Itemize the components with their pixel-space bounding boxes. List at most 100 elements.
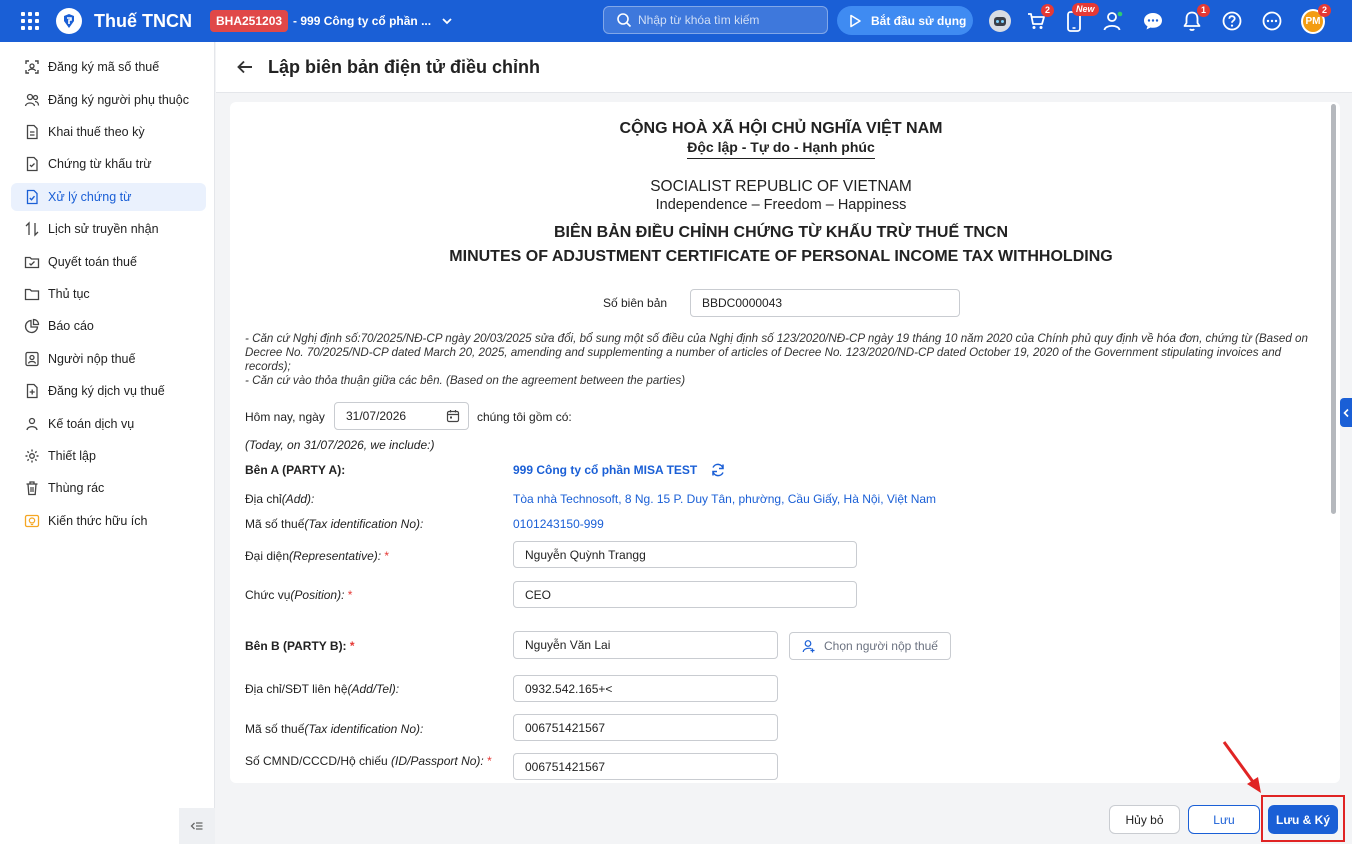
search-box[interactable] bbox=[603, 6, 828, 34]
sidebar-item-useful-knowledge[interactable]: Kiến thức hữu ích bbox=[11, 507, 206, 535]
start-using-label: Bắt đầu sử dụng bbox=[871, 13, 967, 28]
id-label-vi: Số CMND/CCCD/Hộ chiếu bbox=[245, 754, 392, 768]
page-title: Lập biên bản điện tử điều chỉnh bbox=[268, 56, 541, 77]
footer-bar: Hủy bỏ Lưu Lưu & Ký bbox=[216, 794, 1352, 844]
help-icon[interactable] bbox=[1220, 9, 1244, 33]
sidebar-item-label: Đăng ký mã số thuế bbox=[48, 60, 160, 74]
choose-taxpayer-button[interactable]: Chọn người nộp thuế bbox=[789, 632, 951, 660]
sidebar-collapse-button[interactable] bbox=[179, 808, 215, 844]
national-title-en: SOCIALIST REPUBLIC OF VIETNAM bbox=[650, 178, 912, 195]
receipt-icon bbox=[26, 156, 38, 172]
sidebar-item-label: Kiến thức hữu ích bbox=[48, 514, 148, 528]
highlight-box bbox=[1261, 795, 1345, 842]
folder-icon bbox=[24, 288, 40, 301]
contact-input[interactable] bbox=[513, 675, 778, 702]
today-label: Hôm nay, ngày bbox=[245, 410, 325, 424]
sidebar-item-settings[interactable]: Thiết lập bbox=[11, 442, 206, 470]
mobile-app-icon[interactable]: New bbox=[1062, 3, 1099, 33]
contact-label-en: (Add/Tel): bbox=[347, 682, 400, 696]
user-select-icon bbox=[802, 640, 815, 653]
required-mark: * bbox=[487, 754, 492, 768]
sidebar-item-label: Kế toán dịch vụ bbox=[48, 417, 135, 431]
avatar[interactable]: PM 2 bbox=[1301, 4, 1331, 34]
b-tax-label-en: (Tax identification No): bbox=[304, 722, 424, 736]
sidebar-item-withholding-certificates[interactable]: Chứng từ khấu trừ bbox=[11, 150, 206, 178]
refresh-icon[interactable] bbox=[710, 462, 726, 478]
legal-basis: - Căn cứ Nghị định số:70/2025/NĐ-CP ngày… bbox=[245, 332, 1325, 388]
trash-icon bbox=[26, 481, 38, 496]
sidebar-item-reports[interactable]: Báo cáo bbox=[11, 312, 206, 340]
sidebar-item-label: Người nộp thuế bbox=[48, 352, 136, 366]
cart-icon[interactable]: 2 bbox=[1024, 4, 1054, 33]
date-picker[interactable] bbox=[334, 402, 469, 430]
page-header: Lập biên bản điện tử điều chỉnh bbox=[216, 42, 1352, 93]
side-panel-toggle[interactable] bbox=[1340, 398, 1352, 427]
robot-assistant-icon[interactable] bbox=[988, 9, 1012, 33]
sidebar-item-register-tax-code[interactable]: Đăng ký mã số thuế bbox=[11, 53, 206, 81]
rep-label-en: (Representative): bbox=[289, 549, 382, 563]
search-input[interactable] bbox=[638, 13, 823, 27]
party-b-name-input[interactable] bbox=[513, 631, 778, 659]
bell-icon[interactable]: 1 bbox=[1180, 4, 1210, 33]
sidebar-item-label: Chứng từ khấu trừ bbox=[48, 157, 152, 171]
position-input[interactable] bbox=[513, 581, 857, 608]
scan-icon bbox=[25, 60, 39, 74]
rep-label-vi: Đại diện bbox=[245, 549, 290, 563]
app-grid-icon[interactable] bbox=[21, 12, 39, 30]
chevron-down-icon[interactable] bbox=[441, 15, 453, 27]
start-using-button[interactable]: Bắt đầu sử dụng bbox=[837, 6, 973, 35]
annotation-arrow-icon bbox=[1222, 741, 1261, 793]
cancel-button[interactable]: Hủy bỏ bbox=[1109, 805, 1180, 834]
sidebar-item-label: Lịch sử truyền nhận bbox=[48, 222, 159, 236]
company-code-badge[interactable]: BHA251203 bbox=[210, 10, 289, 32]
chat-icon[interactable] bbox=[1141, 9, 1165, 33]
party-b-label-text: Bên B (PARTY B): bbox=[245, 639, 347, 653]
sidebar-item-procedures[interactable]: Thủ tục bbox=[11, 280, 206, 308]
app-logo-icon bbox=[56, 8, 82, 34]
app-title: Thuế TNCN bbox=[94, 10, 192, 31]
file-plus-icon bbox=[26, 383, 38, 399]
sidebar-item-register-dependents[interactable]: Đăng ký người phụ thuộc bbox=[11, 86, 206, 114]
legal-basis-decree: - Căn cứ Nghị định số:70/2025/NĐ-CP ngày… bbox=[245, 332, 1308, 373]
party-a-tax-id: 0101243150-999 bbox=[513, 517, 604, 531]
representative-input[interactable] bbox=[513, 541, 857, 568]
sidebar-item-register-tax-service[interactable]: Đăng ký dịch vụ thuế bbox=[11, 377, 206, 405]
sidebar-item-taxpayers[interactable]: Người nộp thuế bbox=[11, 345, 206, 373]
sidebar-item-transmission-history[interactable]: Lịch sử truyền nhận bbox=[11, 215, 206, 243]
address-label-en: (Add): bbox=[281, 492, 315, 506]
id-passport-label: Số CMND/CCCD/Hộ chiếu (ID/Passport No): … bbox=[245, 754, 492, 768]
sidebar-item-trash[interactable]: Thùng rác bbox=[11, 474, 206, 502]
back-arrow-icon[interactable] bbox=[236, 58, 254, 76]
calendar-icon[interactable] bbox=[446, 409, 460, 423]
sidebar-item-label: Báo cáo bbox=[48, 319, 94, 333]
sidebar-item-label: Xử lý chứng từ bbox=[48, 190, 132, 204]
date-input[interactable] bbox=[346, 409, 446, 423]
id-passport-input[interactable] bbox=[513, 753, 778, 780]
required-mark: * bbox=[347, 588, 353, 602]
company-name[interactable]: - 999 Công ty cổ phần ... bbox=[293, 14, 431, 28]
sidebar-item-service-accounting[interactable]: Kế toán dịch vụ bbox=[11, 410, 206, 438]
more-icon[interactable] bbox=[1260, 9, 1284, 33]
party-b-tax-id-label: Mã số thuế(Tax identification No): bbox=[245, 722, 423, 736]
collapse-left-icon bbox=[190, 822, 203, 830]
sidebar-item-periodic-declaration[interactable]: Khai thuế theo kỳ bbox=[11, 118, 206, 146]
user-add-icon[interactable] bbox=[1101, 9, 1125, 33]
notification-badge: 1 bbox=[1197, 4, 1210, 17]
record-number-label: Số biên bản bbox=[603, 296, 668, 310]
sidebar-item-tax-finalization[interactable]: Quyết toán thuế bbox=[11, 248, 206, 276]
sidebar-item-label: Thùng rác bbox=[48, 481, 105, 495]
record-number-input[interactable] bbox=[690, 289, 960, 317]
chevron-left-icon bbox=[1343, 408, 1349, 417]
document-card: CỘNG HOÀ XÃ HỘI CHỦ NGHĨA VIỆT NAM Độc l… bbox=[230, 102, 1340, 783]
scrollbar[interactable] bbox=[1331, 104, 1336, 514]
required-mark: * bbox=[349, 639, 355, 653]
sidebar-item-process-certificates[interactable]: Xử lý chứng từ bbox=[11, 183, 206, 211]
contact-label-vi: Địa chỉ/SĐT liên hệ bbox=[245, 682, 348, 696]
sidebar-item-label: Thủ tục bbox=[48, 287, 90, 301]
pie-chart-icon bbox=[24, 318, 40, 334]
party-b-tax-id-input[interactable] bbox=[513, 714, 778, 741]
file-check-icon bbox=[26, 189, 38, 205]
save-button[interactable]: Lưu bbox=[1188, 805, 1260, 834]
address-label-vi: Địa chỉ bbox=[245, 492, 282, 506]
sidebar-item-label: Khai thuế theo kỳ bbox=[48, 125, 145, 139]
